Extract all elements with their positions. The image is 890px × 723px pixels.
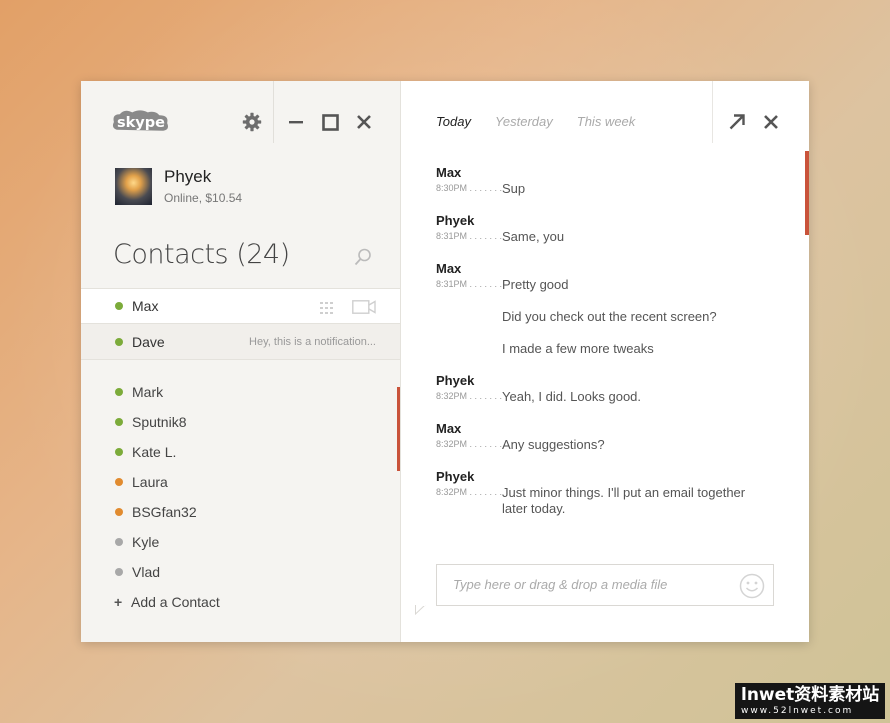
watermark-logo: lnwet资料素材站 www.52lnwet.com [735, 683, 885, 719]
message-list: Max 8:30PM . . . . . . . . . .Sup Phyek … [436, 165, 776, 517]
skype-logo: skype [112, 110, 168, 131]
chat-scrollbar[interactable] [805, 151, 809, 235]
logo-text: skype [117, 115, 165, 131]
contact-name: Max [132, 298, 159, 314]
contact-row-max[interactable]: Max [81, 288, 400, 324]
composer-tail [415, 605, 426, 615]
message-text: Sup [502, 181, 526, 196]
message-time: 8:32PM . . . . . . . . . . [436, 391, 502, 401]
message-sender: Max [436, 165, 462, 180]
profile-status: Online, $10.54 [164, 191, 243, 205]
message-time: 8:30PM . . . . . . . . . . [436, 183, 502, 193]
minimize-icon[interactable] [286, 111, 306, 133]
search-icon[interactable] [353, 247, 373, 272]
popout-arrow-icon[interactable] [727, 111, 747, 133]
add-contact-button[interactable]: + Add a Contact [81, 587, 400, 617]
status-dot [115, 448, 123, 456]
message-input[interactable] [451, 576, 725, 593]
message-text: Did you check out the recent screen? [502, 309, 717, 324]
status-dot [115, 478, 123, 486]
contact-row-dave[interactable]: Dave Hey, this is a notification... [81, 324, 400, 360]
contact-name: BSGfan32 [132, 504, 197, 520]
message-text: Yeah, I did. Looks good. [502, 389, 642, 404]
contact-name: Dave [132, 333, 165, 350]
notification-preview: Hey, this is a notification... [249, 335, 376, 348]
skype-window: skype Phyek Online, $10.54 Contacts (24)… [81, 81, 809, 642]
message-text: I made a few more tweaks [502, 341, 654, 356]
list-item[interactable]: Vlad [81, 557, 400, 587]
close-icon[interactable] [353, 111, 375, 133]
contact-name: Kyle [132, 534, 160, 550]
message-time: 8:31PM . . . . . . . . . . [436, 279, 502, 289]
message-sender: Max [436, 261, 462, 276]
message-text: Same, you [502, 229, 565, 244]
list-item[interactable]: Kate L. [81, 437, 400, 467]
status-dot [115, 302, 123, 310]
gear-icon[interactable] [241, 111, 263, 133]
message: Phyek 8:31PM . . . . . . . . . .Same, yo… [436, 213, 776, 261]
contact-name: Mark [132, 384, 164, 400]
chat-panel: Today Yesterday This week Max 8:30PM . .… [401, 81, 809, 642]
titlebar-divider [712, 81, 713, 143]
maximize-icon[interactable] [319, 111, 341, 133]
dialpad-icon[interactable] [320, 301, 334, 319]
tab-today[interactable]: Today [436, 114, 471, 129]
status-dot [115, 508, 123, 516]
titlebar-divider [273, 81, 274, 143]
message: Max 8:31PM . . . . . . . . . .Pretty goo… [436, 261, 776, 373]
contact-list: Mark Sputnik8 Kate L. Laura BSGfan32 Kyl… [81, 377, 400, 617]
message-time: 8:32PM . . . . . . . . . . [436, 439, 502, 449]
message: Max 8:32PM . . . . . . . . . .Any sugges… [436, 421, 776, 469]
message-sender: Phyek [436, 213, 475, 228]
message-sender: Max [436, 421, 462, 436]
message-time: 8:32PM . . . . . . . . . . [436, 487, 502, 497]
message: Phyek 8:32PM . . . . . . . . . .Just min… [436, 469, 776, 517]
status-dot [115, 337, 123, 346]
contact-name: Laura [132, 474, 168, 490]
list-item[interactable]: Kyle [81, 527, 400, 557]
list-item[interactable]: Sputnik8 [81, 407, 400, 437]
add-contact-label: Add a Contact [131, 594, 220, 610]
status-dot [115, 388, 123, 396]
status-dot [115, 418, 123, 426]
close-icon[interactable] [760, 111, 782, 133]
list-item[interactable]: BSGfan32 [81, 497, 400, 527]
message-sender: Phyek [436, 373, 475, 388]
video-call-icon[interactable] [352, 300, 376, 319]
list-item[interactable]: Laura [81, 467, 400, 497]
contacts-panel: skype Phyek Online, $10.54 Contacts (24)… [81, 81, 401, 642]
profile-name[interactable]: Phyek [164, 167, 211, 187]
contacts-heading: Contacts (24) [113, 239, 290, 270]
message-time: 8:31PM . . . . . . . . . . [436, 231, 502, 241]
message-composer [436, 564, 774, 606]
contact-name: Vlad [132, 564, 161, 580]
watermark-url: www.52lnwet.com [741, 706, 854, 716]
contact-name: Sputnik8 [132, 414, 187, 430]
contact-name: Kate L. [132, 444, 177, 460]
smiley-icon[interactable] [739, 573, 765, 604]
plus-icon: + [114, 594, 123, 610]
message-text: Pretty good [502, 277, 569, 292]
message-sender: Phyek [436, 469, 475, 484]
list-item[interactable]: Mark [81, 377, 400, 407]
history-tabs: Today Yesterday This week [436, 114, 635, 129]
message: Max 8:30PM . . . . . . . . . .Sup [436, 165, 776, 213]
status-dot [115, 568, 123, 576]
avatar[interactable] [115, 168, 152, 205]
contacts-scrollbar[interactable] [397, 387, 400, 471]
message-text: Any suggestions? [502, 437, 605, 452]
watermark-title: lnwet资料素材站 [741, 685, 880, 705]
message-text: Just minor things. I'll put an email tog… [502, 485, 746, 516]
tab-this-week[interactable]: This week [577, 114, 636, 129]
status-dot [115, 538, 123, 546]
message: Phyek 8:32PM . . . . . . . . . .Yeah, I … [436, 373, 776, 421]
tab-yesterday[interactable]: Yesterday [495, 114, 553, 129]
